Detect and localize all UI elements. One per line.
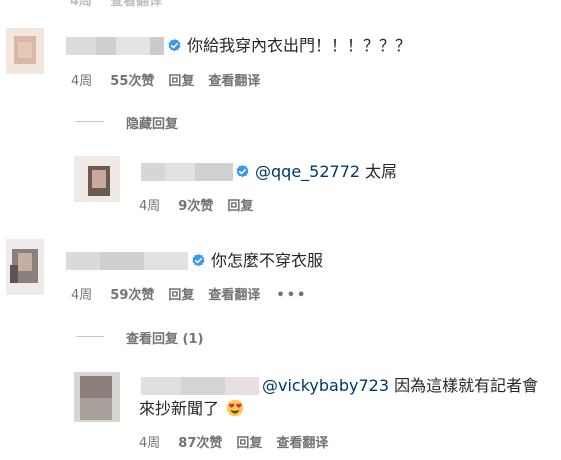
username-blurred[interactable] [141, 377, 259, 395]
username-blurred[interactable] [66, 252, 188, 270]
likes-count-button[interactable]: 59次赞 [110, 288, 154, 303]
avatar[interactable] [74, 156, 120, 202]
likes-count-button[interactable]: 9次赞 [178, 199, 213, 214]
avatar[interactable] [6, 239, 44, 295]
reply-text: @qqe_52772 太屌 [255, 161, 397, 183]
replies-divider [76, 121, 104, 122]
reply-age: 4周 [139, 436, 161, 451]
reply-text: @vickybaby723 因為這樣就有記者會 [262, 375, 538, 397]
reply-button[interactable]: 回复 [168, 74, 194, 89]
reply-body: 因為這樣就有記者會 [389, 376, 539, 395]
replies-divider [76, 336, 104, 337]
verified-badge-icon [168, 38, 181, 52]
username-blurred[interactable] [66, 37, 164, 55]
reply-body-continued: 來抄新聞了 [139, 399, 220, 418]
reply-meta: 4周 9次赞 回复 [139, 195, 267, 214]
reply-button[interactable]: 回复 [236, 436, 262, 451]
reply-meta: 4周 87次赞 回复 查看翻译 [139, 432, 342, 451]
view-replies-button[interactable]: 查看回复 (1) [126, 328, 203, 347]
mention-link[interactable]: @qqe_52772 [255, 162, 360, 181]
comment-meta: 4周 55次赞 回复 查看翻译 [71, 70, 274, 89]
comment-text: 你給我穿內衣出門！！！？？？ [187, 36, 412, 55]
mention-link[interactable]: @vickybaby723 [262, 376, 389, 395]
reply-text-line2: 來抄新聞了 [139, 398, 244, 420]
comment-age: 4周 [71, 288, 93, 303]
heart-eyes-icon [226, 399, 244, 417]
likes-count-button[interactable]: 87次赞 [178, 436, 222, 451]
comment-text: 你怎麼不穿衣服 [211, 251, 324, 270]
reply-age: 4周 [139, 199, 161, 214]
see-translation-button[interactable]: 查看翻译 [208, 74, 260, 89]
username-blurred[interactable] [141, 163, 233, 181]
verified-badge-icon [192, 253, 205, 267]
more-options-icon[interactable]: ••• [276, 288, 307, 303]
see-translation-button[interactable]: 查看翻译 [208, 288, 260, 303]
previous-comment-meta-cutoff: 4周 查看翻译 [70, 0, 163, 9]
reply-body: 太屌 [360, 162, 398, 181]
avatar[interactable] [6, 28, 44, 74]
comment-age: 4周 [71, 74, 93, 89]
see-translation-button[interactable]: 查看翻译 [276, 436, 328, 451]
reply-button[interactable]: 回复 [227, 199, 253, 214]
reply-button[interactable]: 回复 [168, 288, 194, 303]
hide-replies-button[interactable]: 隐藏回复 [126, 113, 178, 132]
verified-badge-icon [236, 164, 249, 178]
likes-count-button[interactable]: 55次赞 [110, 74, 154, 89]
avatar[interactable] [74, 372, 120, 422]
comment-meta: 4周 59次赞 回复 查看翻译 ••• [71, 284, 321, 303]
